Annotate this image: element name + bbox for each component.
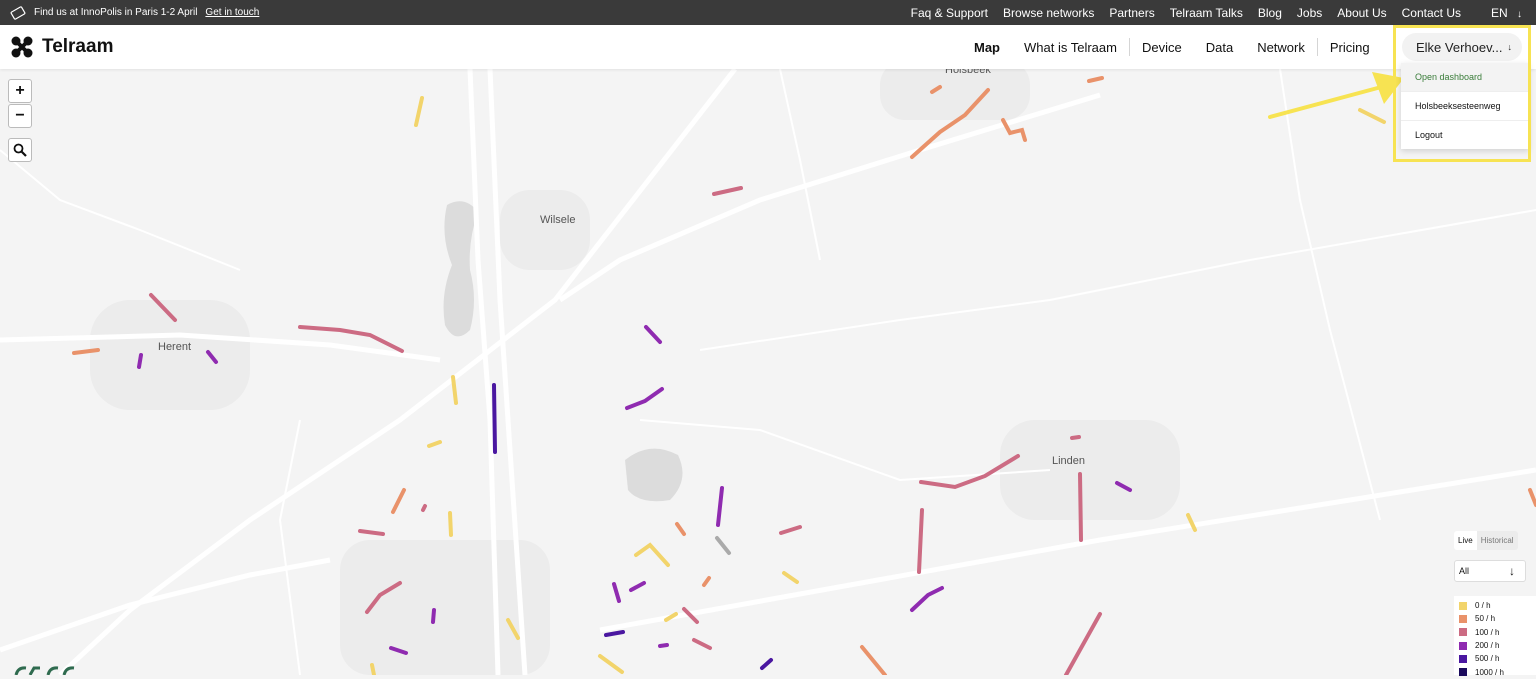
- arrow-down-icon: ↓: [1509, 564, 1515, 578]
- tab-historical[interactable]: Historical: [1476, 531, 1518, 550]
- legend-swatch: [1459, 628, 1467, 637]
- legend-row: 500 / h: [1459, 652, 1536, 665]
- toplink-blog[interactable]: Blog: [1258, 6, 1282, 20]
- toplink-about-us[interactable]: About Us: [1337, 6, 1386, 20]
- legend-label: 500 / h: [1475, 654, 1500, 664]
- main-navbar: Telraam Map What is Telraam Device Data …: [0, 25, 1536, 69]
- zoom-out-button[interactable]: −: [8, 104, 32, 128]
- traffic-legend: 0 / h 50 / h 100 / h 200 / h 500 / h 100…: [1454, 596, 1536, 678]
- toplink-browse-networks[interactable]: Browse networks: [1003, 6, 1094, 20]
- traffic-segment: [658, 643, 669, 648]
- traffic-segment: [431, 608, 436, 624]
- telraam-logo-icon: [11, 36, 33, 58]
- traffic-segment: [492, 383, 497, 454]
- map-search-button[interactable]: [8, 138, 32, 162]
- legend-row: 100 / h: [1459, 626, 1536, 639]
- filter-value: All: [1459, 566, 1470, 576]
- view-toggle: Live Historical: [1454, 531, 1518, 550]
- menu-holsbeeksesteenweg[interactable]: Holsbeeksesteenweg: [1401, 92, 1529, 121]
- arrow-down-icon: ↓: [1517, 8, 1522, 20]
- promo-link[interactable]: Get in touch: [205, 7, 259, 18]
- nav-what-is-telraam[interactable]: What is Telraam: [1012, 40, 1129, 55]
- legend-label: 0 / h: [1475, 601, 1491, 611]
- legend-label: 50 / h: [1475, 614, 1496, 624]
- place-label-wilsele: Wilsele: [540, 214, 576, 226]
- traffic-segment: [421, 504, 427, 512]
- top-bar: Find us at InnoPolis in Paris 1-2 April …: [0, 0, 1536, 25]
- partial-logo-graphic: [14, 666, 75, 675]
- legend-row: 50 / h: [1459, 612, 1536, 625]
- language-label: EN: [1490, 5, 1508, 20]
- nav-pricing[interactable]: Pricing: [1318, 40, 1382, 55]
- mode-filter-select[interactable]: All ↓: [1454, 560, 1526, 582]
- tab-live[interactable]: Live: [1454, 531, 1477, 550]
- traffic-segment: [370, 663, 376, 675]
- legend-label: 200 / h: [1475, 641, 1500, 651]
- nav-network[interactable]: Network: [1245, 40, 1317, 55]
- map-canvas[interactable]: [0, 0, 1536, 675]
- legend-label: 1000 / h: [1475, 667, 1504, 677]
- legend-swatch: [1459, 641, 1467, 650]
- traffic-segment: [1078, 472, 1083, 542]
- language-selector[interactable]: EN ↓: [1476, 6, 1522, 20]
- legend-row: 1000 / h: [1459, 665, 1536, 678]
- toplink-jobs[interactable]: Jobs: [1297, 6, 1322, 20]
- place-label-linden: Linden: [1052, 455, 1086, 467]
- traffic-segment: [137, 353, 143, 369]
- legend-swatch: [1459, 601, 1467, 610]
- place-label-herent: Herent: [158, 341, 192, 353]
- legend-swatch: [1459, 614, 1467, 623]
- promo-banner: Find us at InnoPolis in Paris 1-2 April …: [10, 0, 259, 25]
- toplink-faq[interactable]: Faq & Support: [911, 6, 988, 20]
- toplink-partners[interactable]: Partners: [1109, 6, 1154, 20]
- user-dropdown: Open dashboard Holsbeeksesteenweg Logout: [1401, 63, 1529, 149]
- legend-swatch: [1459, 654, 1467, 663]
- nav-map[interactable]: Map: [962, 40, 1012, 55]
- promo-text: Find us at InnoPolis in Paris 1-2 April: [34, 7, 198, 18]
- zoom-in-button[interactable]: +: [8, 79, 32, 103]
- menu-open-dashboard[interactable]: Open dashboard: [1401, 63, 1529, 92]
- toplink-telraam-talks[interactable]: Telraam Talks: [1170, 6, 1243, 20]
- legend-label: 100 / h: [1475, 627, 1500, 637]
- primary-nav: Map What is Telraam Device Data Network …: [962, 25, 1382, 69]
- traffic-segment: [448, 511, 453, 537]
- legend-row: 0 / h: [1459, 599, 1536, 612]
- traffic-segment: [1070, 435, 1081, 440]
- brand-logo[interactable]: Telraam: [10, 35, 113, 59]
- nav-data[interactable]: Data: [1194, 40, 1245, 55]
- menu-logout[interactable]: Logout: [1401, 121, 1529, 149]
- arrow-down-icon: ↓: [1507, 42, 1513, 52]
- user-name: Elke Verhoev...: [1416, 39, 1503, 55]
- nav-device[interactable]: Device: [1130, 40, 1194, 55]
- top-links: Faq & Support Browse networks Partners T…: [911, 0, 1522, 25]
- brand-name: Telraam: [42, 36, 114, 57]
- toplink-contact-us[interactable]: Contact Us: [1402, 6, 1461, 20]
- search-icon: [13, 143, 27, 157]
- legend-row: 200 / h: [1459, 639, 1536, 652]
- user-menu-button[interactable]: Elke Verhoev... ↓: [1402, 33, 1522, 61]
- ticket-icon: [10, 5, 26, 20]
